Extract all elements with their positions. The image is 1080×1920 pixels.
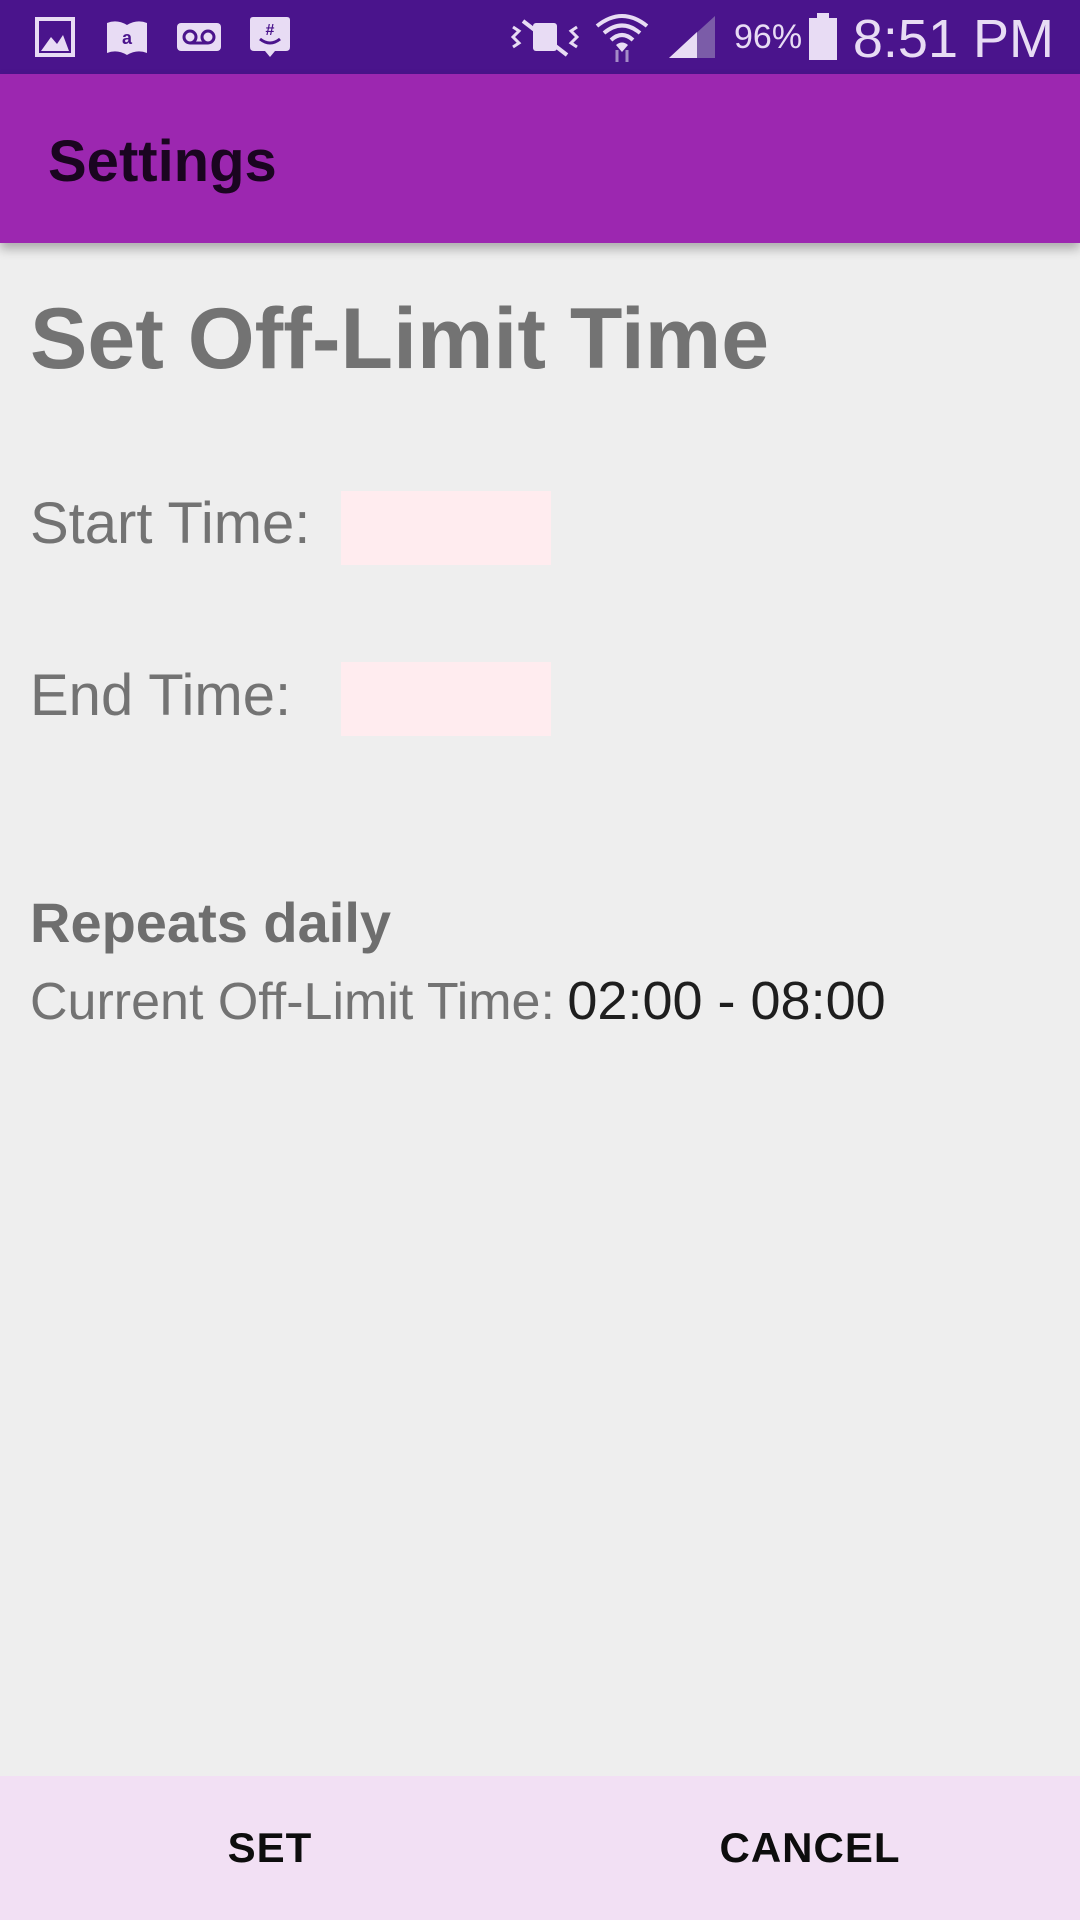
cancel-button[interactable]: CANCEL	[540, 1776, 1080, 1920]
set-button[interactable]: SET	[0, 1776, 540, 1920]
status-clock: 8:51 PM	[852, 9, 1054, 69]
gallery-icon	[34, 14, 76, 60]
status-bar: a # 96% 8:51 PM	[0, 0, 1080, 74]
svg-text:a: a	[122, 28, 133, 48]
repeats-daily-text: Repeats daily	[30, 891, 392, 954]
start-time-input[interactable]	[341, 491, 551, 565]
vibrate-mute-icon	[508, 14, 582, 60]
battery-percentage: 96%	[734, 18, 803, 56]
current-off-limit-value: 02:00 - 08:00	[567, 971, 886, 1031]
app-bar: Settings	[0, 74, 1080, 243]
current-off-limit-label: Current Off-Limit Time:	[30, 973, 555, 1031]
amazon-kindle-icon: a	[104, 14, 150, 60]
current-off-limit-row: Current Off-Limit Time: 02:00 - 08:00	[30, 970, 886, 1032]
wifi-icon	[594, 14, 650, 62]
app-bar-title: Settings	[48, 129, 277, 194]
signal-icon	[666, 14, 718, 60]
svg-text:#: #	[266, 22, 275, 39]
page-heading: Set Off-Limit Time	[30, 291, 770, 387]
bottom-action-bar: SET CANCEL	[0, 1776, 1080, 1920]
voicemail-icon	[176, 14, 222, 60]
end-time-input[interactable]	[341, 662, 551, 736]
end-time-label: End Time:	[30, 663, 292, 728]
start-time-label: Start Time:	[30, 491, 311, 556]
groupme-icon: #	[248, 14, 292, 60]
battery-icon	[808, 13, 838, 60]
